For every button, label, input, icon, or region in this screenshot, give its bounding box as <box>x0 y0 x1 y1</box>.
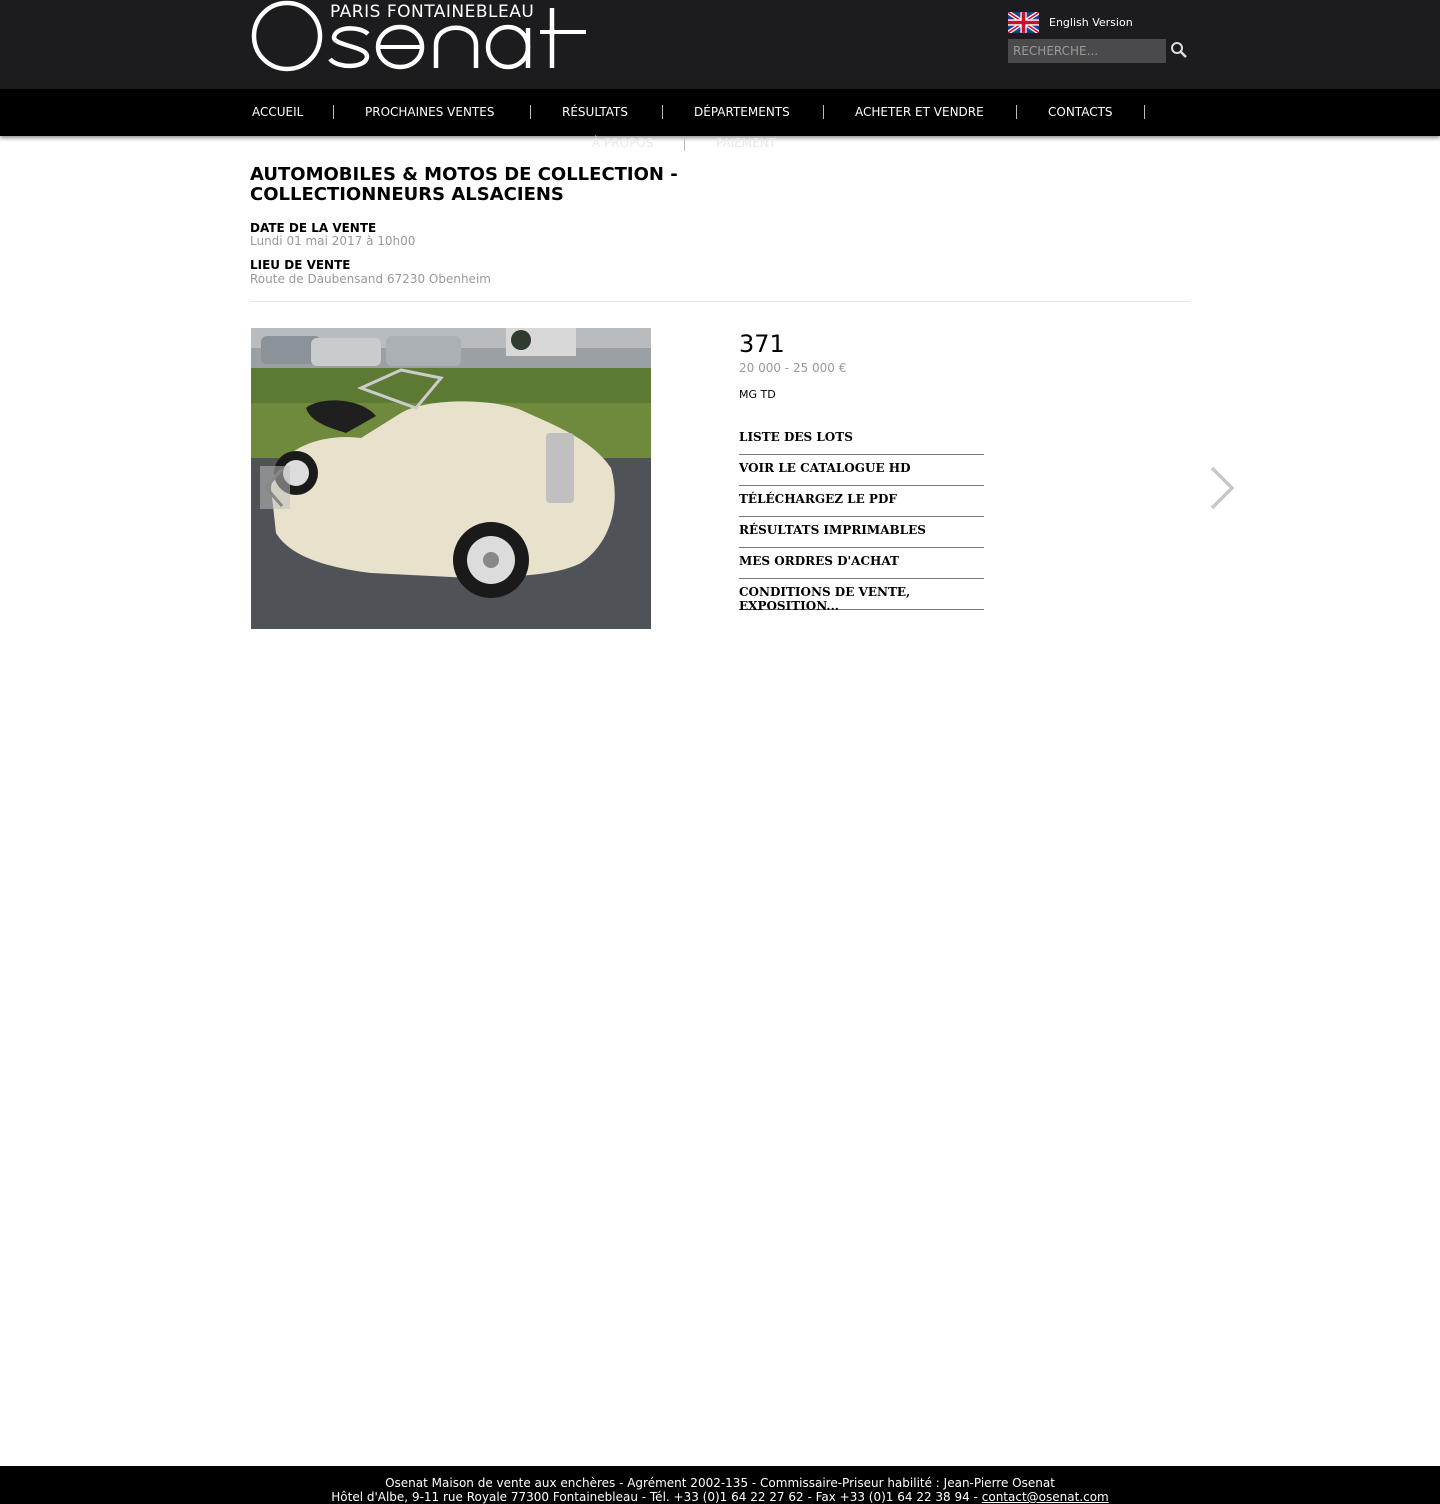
nav-item-accueil[interactable]: ACCUEIL <box>252 105 303 119</box>
sale-links-list: LISTE DES LOTS VOIR LE CATALOGUE HD TÉLÉ… <box>739 424 984 613</box>
sale-title: AUTOMOBILES & MOTOS DE COLLECTION - COLL… <box>250 164 678 205</box>
nav-divider <box>684 137 685 151</box>
nav-divider <box>823 105 824 119</box>
nav-item-acheter-et-vendre[interactable]: ACHETER ET VENDRE <box>855 105 984 119</box>
footer-email-link[interactable]: contact@osenat.com <box>982 1490 1109 1504</box>
sale-date-value: Lundi 01 mai 2017 à 10h00 <box>250 234 416 248</box>
link-telechargez-pdf[interactable]: TÉLÉCHARGEZ LE PDF <box>739 486 984 517</box>
section-divider <box>250 301 1190 302</box>
footer-address: Hôtel d'Albe, 9-11 rue Royale 77300 Font… <box>331 1490 978 1504</box>
nav-item-paiement[interactable]: PAIEMENT <box>716 136 776 150</box>
link-resultats-imprimables[interactable]: RÉSULTATS IMPRIMABLES <box>739 517 984 548</box>
sale-place-value: Route de Daubensand 67230 Obenheim <box>250 272 491 286</box>
nav-item-a-propos[interactable]: À PROPOS <box>592 136 653 150</box>
site-footer: Osenat Maison de vente aux enchères - Ag… <box>0 1466 1440 1504</box>
logo-tagline: PARIS FONTAINEBLEAU <box>330 2 535 22</box>
site-header: PARIS FONTAINEBLEAU English Version <box>0 0 1440 89</box>
link-conditions-de-vente[interactable]: CONDITIONS DE VENTE, EXPOSITION... <box>739 579 984 613</box>
nav-divider <box>530 105 531 119</box>
car-photo-image <box>251 328 651 629</box>
lot-name: MG TD <box>739 388 776 401</box>
lot-estimate: 20 000 - 25 000 € <box>739 361 847 375</box>
lot-photo[interactable] <box>251 328 651 629</box>
chevron-left-icon <box>264 468 284 507</box>
nav-divider <box>662 105 663 119</box>
nav-divider <box>1144 105 1145 119</box>
language-switch[interactable]: English Version <box>1008 12 1188 34</box>
footer-line-1: Osenat Maison de vente aux enchères - Ag… <box>385 1476 1055 1490</box>
nav-item-contacts[interactable]: CONTACTS <box>1048 105 1113 119</box>
sale-date-label: DATE DE LA VENTE <box>250 221 377 235</box>
next-lot-button[interactable] <box>1208 466 1236 510</box>
nav-item-prochaines-ventes[interactable]: PROCHAINES VENTES <box>365 105 494 119</box>
uk-flag-icon[interactable] <box>1008 12 1039 33</box>
footer-line-2: Hôtel d'Albe, 9-11 rue Royale 77300 Font… <box>0 1490 1440 1504</box>
nav-divider <box>1016 105 1017 119</box>
link-mes-ordres-achat[interactable]: MES ORDRES D'ACHAT <box>739 548 984 579</box>
search-input[interactable] <box>1008 39 1166 63</box>
nav-item-resultats[interactable]: RÉSULTATS <box>562 105 628 119</box>
chevron-right-icon <box>1210 466 1235 510</box>
nav-divider <box>333 105 334 119</box>
link-liste-des-lots[interactable]: LISTE DES LOTS <box>739 424 984 455</box>
link-voir-catalogue-hd[interactable]: VOIR LE CATALOGUE HD <box>739 455 984 486</box>
english-version-link[interactable]: English Version <box>1049 16 1133 29</box>
search-icon[interactable] <box>1170 41 1188 59</box>
sale-place-label: LIEU DE VENTE <box>250 258 351 272</box>
previous-lot-button[interactable] <box>260 466 290 509</box>
osenat-logo[interactable]: PARIS FONTAINEBLEAU <box>250 0 590 72</box>
nav-item-departements[interactable]: DÉPARTEMENTS <box>694 105 790 119</box>
lot-number: 371 <box>739 330 785 358</box>
main-navigation: ACCUEIL PROCHAINES VENTES RÉSULTATS DÉPA… <box>0 89 1440 136</box>
